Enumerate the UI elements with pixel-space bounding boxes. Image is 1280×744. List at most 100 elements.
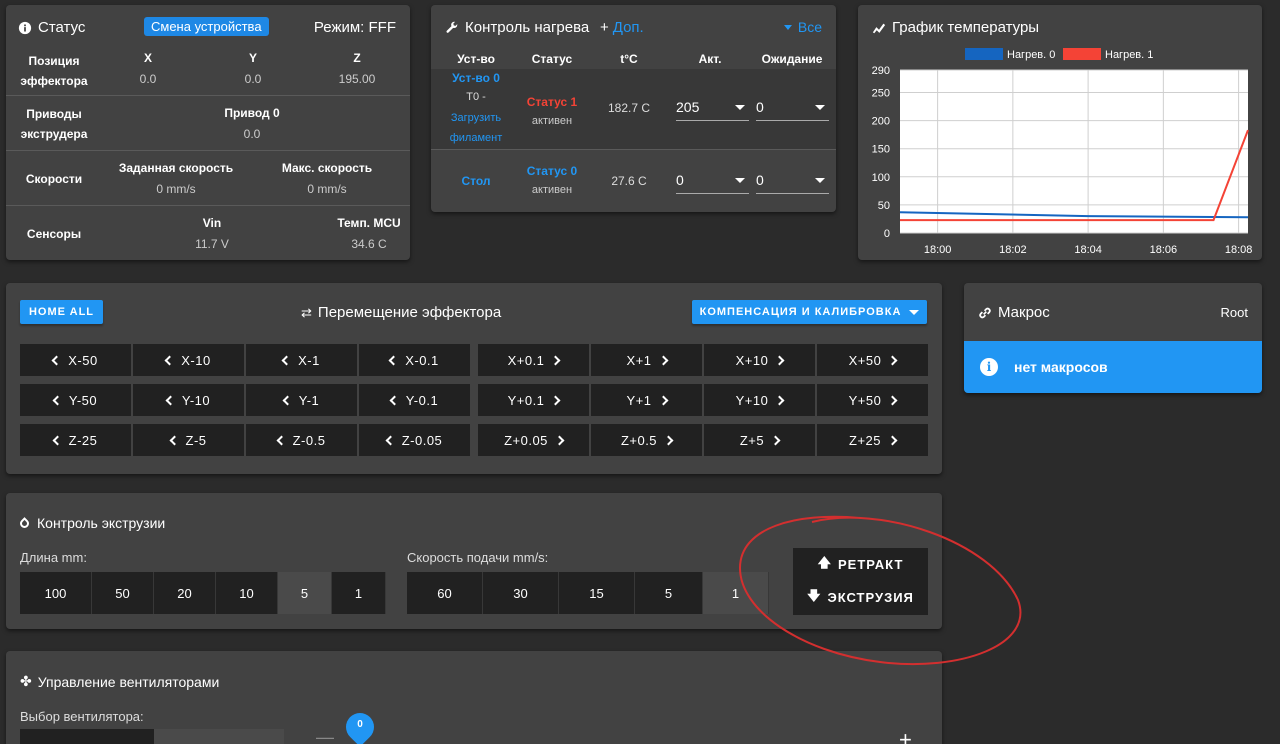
bed-standby-select[interactable]: 0 xyxy=(756,168,829,194)
heater-row-tool: Уст-во 0 T0 - Загрузить филамент Статус 1… xyxy=(431,69,836,149)
plot-area xyxy=(900,70,1248,233)
jog-button[interactable]: Y+1 xyxy=(591,384,702,416)
chevron-right-icon xyxy=(770,435,781,445)
fan-value: 0 xyxy=(357,719,363,730)
jog-button[interactable]: Y-1 xyxy=(246,384,357,416)
bed-name[interactable]: Стол xyxy=(441,174,511,188)
heater-title-row: Контроль нагрева xyxy=(445,19,589,36)
jog-button[interactable]: X-0.1 xyxy=(359,344,470,376)
jog-button[interactable]: Z+5 xyxy=(704,424,815,456)
jog-button[interactable]: Y+0.1 xyxy=(478,384,589,416)
chevron-right-icon xyxy=(774,395,785,405)
chevron-left-icon xyxy=(52,435,63,445)
bed-active-select[interactable]: 0 xyxy=(676,168,749,194)
bed-temp: 27.6 C xyxy=(611,174,647,188)
jog-button[interactable]: Y+50 xyxy=(817,384,928,416)
caret-down-icon xyxy=(815,178,825,183)
jog-button[interactable]: Z-5 xyxy=(133,424,244,456)
chevron-left-icon xyxy=(388,355,399,365)
jog-button[interactable]: X+0.1 xyxy=(478,344,589,376)
arrow-down-icon: 🡇 xyxy=(807,587,822,603)
length-option-button[interactable]: 5 xyxy=(278,572,332,614)
jog-button[interactable]: Z-0.5 xyxy=(246,424,357,456)
jog-button[interactable]: Z-25 xyxy=(20,424,131,456)
feed-option-button[interactable]: 1 xyxy=(703,572,769,614)
chevron-left-icon xyxy=(51,355,62,365)
fan-select-label: Выбор вентилятора: xyxy=(20,709,144,724)
info-icon xyxy=(18,21,32,35)
y-tick-label: 0 xyxy=(884,228,890,240)
compensation-button[interactable]: КОМПЕНСАЦИЯ И КАЛИБРОВКА xyxy=(692,300,927,324)
chevron-left-icon xyxy=(164,355,175,365)
col-temp: t°C xyxy=(620,52,638,66)
length-option-button[interactable]: 1 xyxy=(332,572,386,614)
home-all-button[interactable]: HOME ALL xyxy=(20,300,103,324)
device-change-button[interactable]: Смена устройства xyxy=(144,17,269,36)
jog-button[interactable]: X+1 xyxy=(591,344,702,376)
length-option-button[interactable]: 20 xyxy=(154,572,216,614)
macros-root-breadcrumb[interactable]: Root xyxy=(1221,305,1248,320)
retract-button[interactable]: 🡅 РЕТРАКТ xyxy=(793,548,928,581)
jog-button[interactable]: Y-50 xyxy=(20,384,131,416)
movement-panel: HOME ALL ⇄ Перемещение эффектора КОМПЕНС… xyxy=(6,283,942,474)
jog-button[interactable]: Y+10 xyxy=(704,384,815,416)
mcu-temp-sensor: Темп. MCU 34.6 C xyxy=(337,216,401,251)
y-tick-label: 100 xyxy=(872,172,890,184)
swap-arrows-icon: ⇄ xyxy=(301,304,312,320)
feed-option-button[interactable]: 30 xyxy=(483,572,559,614)
feed-option-button[interactable]: 60 xyxy=(407,572,483,614)
no-macros-alert: i нет макросов xyxy=(964,341,1262,393)
jog-button[interactable]: Z+0.05 xyxy=(478,424,589,456)
tool-standby-select[interactable]: 0 xyxy=(756,95,829,121)
chevron-left-icon xyxy=(281,355,292,365)
chevron-left-icon xyxy=(389,395,400,405)
tool-temp: 182.7 C xyxy=(607,101,651,115)
y-tick-label: 250 xyxy=(872,87,890,99)
extrude-button[interactable]: 🡇 ЭКСТРУЗИЯ xyxy=(793,581,928,614)
tool-name[interactable]: Уст-во 0 xyxy=(441,71,511,85)
jog-button[interactable]: X-1 xyxy=(246,344,357,376)
length-option-button[interactable]: 50 xyxy=(92,572,154,614)
fan-increase-button[interactable]: + xyxy=(899,727,912,744)
feed-option-button[interactable]: 5 xyxy=(635,572,703,614)
jog-button[interactable]: Z+0.5 xyxy=(591,424,702,456)
speeds-label: Скорости xyxy=(25,172,83,186)
heater-all-dropdown[interactable]: Все xyxy=(783,19,822,35)
status-panel: Статус Смена устройства Режим: FFF Позиц… xyxy=(6,5,410,260)
bed-status[interactable]: Статус 0 xyxy=(515,164,589,178)
status-header: Статус Смена устройства Режим: FFF xyxy=(18,17,398,39)
chevron-right-icon xyxy=(658,355,668,365)
jog-button[interactable]: X+50 xyxy=(817,344,928,376)
fan-select-option-2[interactable] xyxy=(154,729,284,744)
jog-button[interactable]: X+10 xyxy=(704,344,815,376)
jog-button[interactable]: X-10 xyxy=(133,344,244,376)
jog-button[interactable]: Y-10 xyxy=(133,384,244,416)
length-option-button[interactable]: 10 xyxy=(216,572,278,614)
jog-button[interactable]: Y-0.1 xyxy=(359,384,470,416)
col-status: Статус xyxy=(531,52,573,66)
fan-decrease-button[interactable]: — xyxy=(316,727,334,744)
length-label: Длина mm: xyxy=(20,550,87,565)
chevron-right-icon xyxy=(774,355,785,365)
fan-select-option-1[interactable] xyxy=(20,729,154,744)
move-title-row: ⇄ Перемещение эффектора xyxy=(301,304,501,321)
jog-button[interactable]: Z+25 xyxy=(817,424,928,456)
max-speed: Макс. скорость 0 mm/s xyxy=(281,161,373,196)
axis-y: Y 0.0 xyxy=(244,51,262,86)
length-option-button[interactable]: 100 xyxy=(20,572,92,614)
jog-button[interactable]: Z-0.05 xyxy=(359,424,470,456)
y-tick-label: 290 xyxy=(872,65,890,77)
fans-title: Управление вентиляторами xyxy=(37,673,220,690)
legend-swatch xyxy=(1063,48,1101,60)
jog-button[interactable]: X-50 xyxy=(20,344,131,376)
tool-active-select[interactable]: 205 xyxy=(676,95,749,121)
load-filament-link[interactable]: Загрузить филамент xyxy=(441,108,511,148)
heater-extra-button[interactable]: + Доп. xyxy=(600,19,644,36)
feed-option-button[interactable]: 15 xyxy=(559,572,635,614)
feed-label: Скорость подачи mm/s: xyxy=(407,550,549,565)
tool-status[interactable]: Статус 1 xyxy=(515,95,589,109)
extrusion-panel: Контроль экструзии Длина mm: 100 50 20 10 5 1… xyxy=(6,493,942,629)
tool-state: активен xyxy=(531,115,573,127)
position-label: Позиция эффектора xyxy=(20,54,88,88)
chevron-left-icon xyxy=(282,395,293,405)
